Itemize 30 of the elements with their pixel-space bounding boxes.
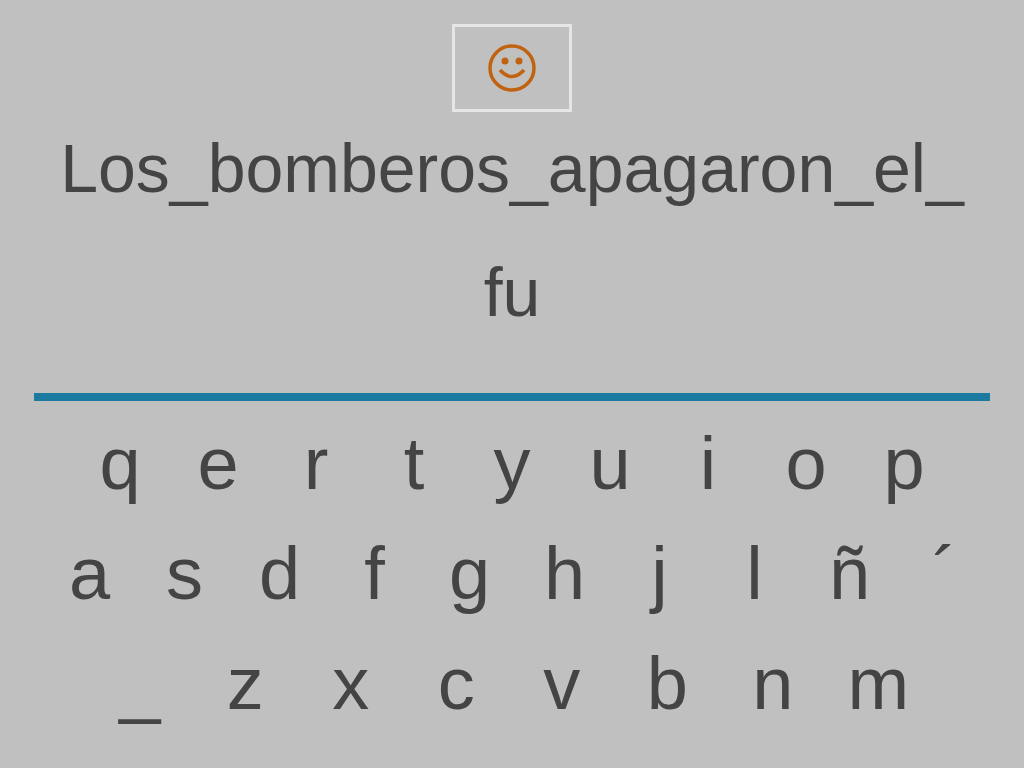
letter-key[interactable]: _ — [87, 636, 193, 732]
letter-key[interactable]: q — [71, 416, 169, 512]
sentence-text: fu — [483, 253, 541, 332]
letter-key[interactable]: g — [422, 526, 517, 622]
letter-key[interactable]: y — [463, 416, 561, 512]
letter-key[interactable]: p — [855, 416, 953, 512]
letter-key[interactable]: r — [267, 416, 365, 512]
letter-key[interactable]: t — [365, 416, 463, 512]
letter-key[interactable]: x — [298, 636, 404, 732]
letter-key[interactable]: l — [707, 526, 802, 622]
letter-key[interactable]: s — [137, 526, 232, 622]
letter-key[interactable]: m — [825, 636, 931, 732]
letter-key[interactable]: i — [659, 416, 757, 512]
letter-key[interactable]: f — [327, 526, 422, 622]
letter-key[interactable]: v — [509, 636, 615, 732]
letter-key[interactable]: z — [192, 636, 298, 732]
letter-key[interactable]: b — [614, 636, 720, 732]
sentence-text: Los_bomberos_apagaron_el_ — [60, 129, 964, 208]
smiley-icon — [487, 43, 537, 93]
letter-key[interactable]: h — [517, 526, 612, 622]
letter-key[interactable]: u — [561, 416, 659, 512]
letter-key[interactable]: e — [169, 416, 267, 512]
letter-key[interactable]: c — [403, 636, 509, 732]
letter-key[interactable]: d — [232, 526, 327, 622]
letter-key[interactable]: o — [757, 416, 855, 512]
letter-key[interactable]: a — [42, 526, 137, 622]
letter-key[interactable]: n — [720, 636, 826, 732]
letter-key[interactable]: ñ — [802, 526, 897, 622]
letter-key[interactable]: ´ — [897, 526, 992, 622]
letter-key[interactable]: j — [612, 526, 707, 622]
